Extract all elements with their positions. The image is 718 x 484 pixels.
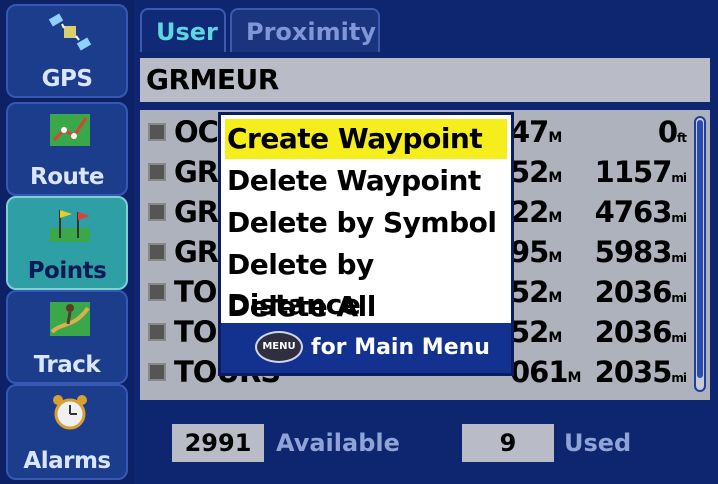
menu-item-delete-by-symbol[interactable]: Delete by Symbol (225, 203, 507, 243)
waypoint-symbol-icon (148, 163, 166, 181)
flags-icon (50, 210, 90, 242)
options-menu: Create Waypoint Delete Waypoint Delete b… (218, 112, 514, 376)
waypoint-name: GR (174, 235, 219, 269)
alarm-clock-icon (53, 395, 87, 430)
waypoint-symbol-icon (148, 243, 166, 261)
route-map-icon (50, 114, 90, 146)
sidebar-item-points[interactable]: Points (6, 196, 128, 290)
menu-item-delete-waypoint[interactable]: Delete Waypoint (225, 161, 507, 201)
sidebar-item-label: Points (27, 258, 107, 284)
used-count: 9 (462, 424, 554, 462)
waypoint-symbol-icon (148, 123, 166, 141)
sidebar: GPS Route Points Track Alarms (0, 0, 134, 484)
sidebar-item-track[interactable]: Track (6, 290, 128, 384)
waypoint-name: GR (174, 155, 219, 189)
list-scrollbar[interactable] (694, 116, 706, 392)
sidebar-item-label: Alarms (23, 448, 111, 474)
menu-item-create-waypoint[interactable]: Create Waypoint (225, 119, 507, 159)
scrollbar-thumb[interactable] (697, 120, 703, 378)
tab-user[interactable]: User (140, 8, 226, 52)
waypoint-name: TO (174, 275, 217, 309)
available-count: 2991 (172, 424, 264, 462)
waypoint-name: GR (174, 195, 219, 229)
waypoint-symbol-icon (148, 283, 166, 301)
main-menu-hint: for Main Menu (311, 335, 490, 360)
used-label: Used (564, 429, 632, 457)
available-label: Available (276, 429, 400, 457)
sidebar-item-label: GPS (41, 66, 93, 92)
waypoint-distance: 2035mi (594, 355, 687, 389)
menu-button-icon: MENU (255, 331, 303, 363)
sidebar-item-label: Route (30, 164, 104, 190)
waypoint-name-field[interactable]: GRMEUR (140, 58, 710, 102)
sidebar-item-label: Track (33, 352, 101, 378)
menu-item-delete-all[interactable]: Delete All (225, 287, 507, 327)
menu-footer: MENU for Main Menu (221, 323, 511, 373)
satellite-icon (48, 13, 92, 51)
sidebar-item-alarms[interactable]: Alarms (6, 384, 128, 480)
waypoint-symbol-icon (148, 323, 166, 341)
tab-proximity[interactable]: Proximity (230, 8, 380, 52)
waypoint-bearing: 061M (510, 355, 581, 389)
sidebar-item-gps[interactable]: GPS (6, 4, 128, 98)
waypoint-name: TO (174, 315, 217, 349)
waypoint-name: OC (174, 115, 219, 149)
menu-item-delete-by-distance[interactable]: Delete by Distance (225, 245, 507, 321)
waypoint-symbol-icon (148, 363, 166, 381)
sidebar-item-route[interactable]: Route (6, 102, 128, 196)
waypoint-symbol-icon (148, 203, 166, 221)
hiker-icon (50, 302, 90, 336)
